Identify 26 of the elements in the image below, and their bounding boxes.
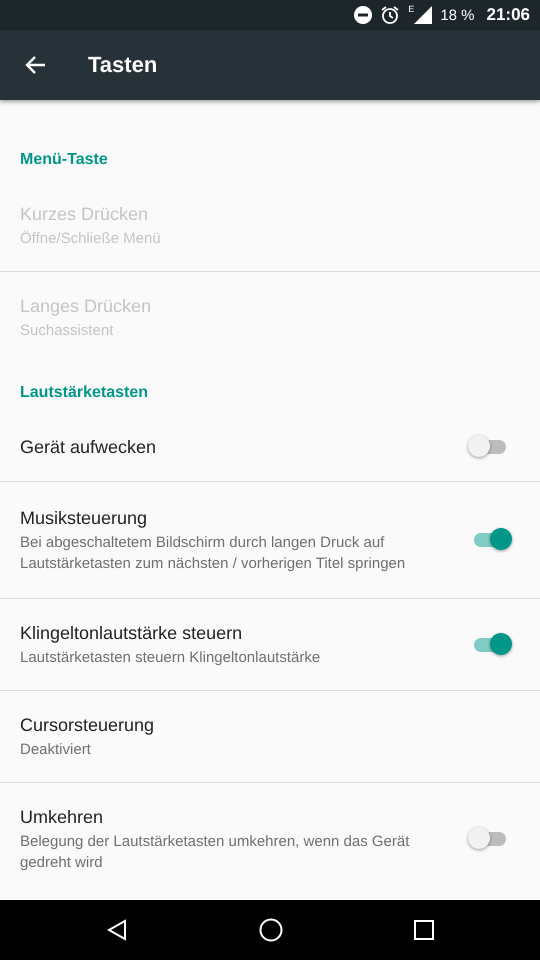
setting-title: Klingeltonlautstärke steuern — [20, 622, 244, 645]
back-icon[interactable] — [106, 919, 128, 941]
home-icon[interactable] — [258, 918, 283, 942]
settings-row[interactable]: Cursorsteuerung Deaktiviert — [0, 691, 540, 783]
signal-icon — [414, 6, 432, 24]
setting-summary: Deaktiviert — [20, 740, 92, 760]
alarm-clock-icon — [380, 5, 400, 25]
settings-row[interactable]: Gerät aufwecken — [0, 413, 540, 482]
setting-title: Gerät aufwecken — [20, 436, 158, 459]
section-header: Lautstärketasten — [19, 383, 150, 403]
setting-summary: Bei abgeschaltetem Bildschirm durch langen Druck auf Lautstärketasten zum nächsten / vorherigen Titel springen — [20, 533, 406, 574]
battery-percentage: 18 % — [440, 6, 475, 24]
clock-time: 21:06 — [486, 5, 530, 25]
section-header: Menü-Taste — [19, 150, 109, 170]
network-type-label: E — [408, 4, 414, 14]
recents-icon[interactable] — [414, 920, 434, 940]
setting-title: Cursorsteuerung — [20, 714, 156, 737]
screen-title: Tasten — [88, 52, 158, 78]
do-not-disturb-icon — [354, 6, 372, 24]
settings-row[interactable]: Umkehren Belegung der Lautstärketasten umkehren, wenn das Gerät gedreht wird — [0, 783, 540, 895]
setting-title: Umkehren — [20, 806, 104, 829]
setting-summary: Lautstärketasten steuern Klingeltonlautstärke — [20, 648, 322, 668]
settings-row[interactable]: Klingeltonlautstärke steuern Lautstärketasten steuern Klingeltonlautstärke — [0, 599, 540, 691]
setting-title: Musiksteuerung — [20, 507, 148, 530]
setting-summary: Belegung der Lautstärketasten umkehren, wenn das Gerät gedreht wird — [20, 832, 410, 873]
settings-row[interactable]: Musiksteuerung Bei abgeschaltetem Bildschirm durch langen Druck auf Lautstärketasten zum nächsten / vorherigen Titel springen — [0, 482, 540, 599]
